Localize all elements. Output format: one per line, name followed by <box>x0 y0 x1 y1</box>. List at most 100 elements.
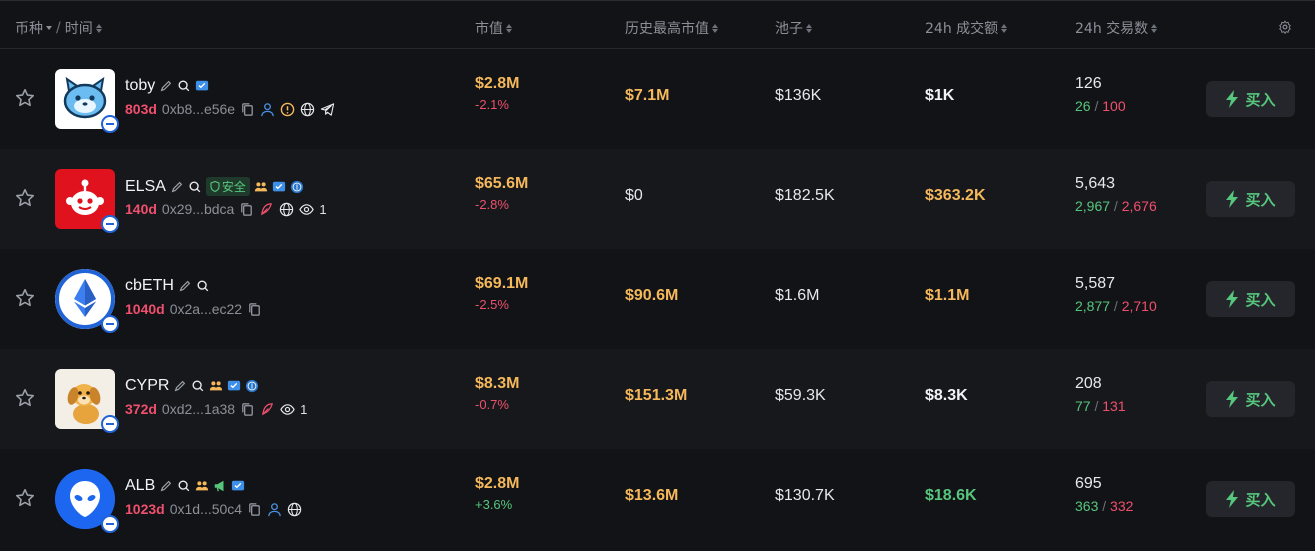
market-cap-change: -2.1% <box>475 97 509 112</box>
buy-button[interactable]: 买入 <box>1206 481 1295 517</box>
lightning-icon <box>1226 90 1239 108</box>
txns-separator: / <box>1110 198 1122 214</box>
twitter-verified-icon[interactable] <box>272 180 286 194</box>
sort-icon <box>806 23 812 33</box>
txns-total: 208 <box>1075 375 1102 392</box>
market-cap-change: -0.7% <box>475 397 509 412</box>
copy-icon[interactable] <box>247 302 262 317</box>
usdc-pair-icon[interactable] <box>245 379 259 393</box>
market-cap-value: $2.8M <box>475 75 520 92</box>
market-cap-value: $2.8M <box>475 475 520 492</box>
star-icon[interactable] <box>14 387 36 409</box>
table-row[interactable]: cbETH 1040d 0x2a...ec22 $69.1M -2.5% $90… <box>0 249 1315 349</box>
sort-icon <box>1001 23 1008 33</box>
sort-volume[interactable]: 24h 成交额 <box>925 18 1008 38</box>
volume-value: $1.1M <box>925 287 970 304</box>
copy-icon[interactable] <box>240 402 255 417</box>
buy-button[interactable]: 买入 <box>1206 381 1295 417</box>
edit-icon[interactable] <box>173 379 187 393</box>
market-cap-value: $69.1M <box>475 275 529 292</box>
star-icon[interactable] <box>14 87 36 109</box>
search-icon[interactable] <box>177 79 191 93</box>
warning-icon[interactable] <box>280 102 295 117</box>
header-time-label[interactable]: 时间 <box>65 18 93 38</box>
token-symbol[interactable]: cbETH <box>125 277 174 295</box>
globe-icon[interactable] <box>287 502 302 517</box>
holders-icon[interactable] <box>209 379 223 393</box>
token-address: 0xb8...e56e <box>161 101 236 117</box>
market-cap-value: $65.6M <box>475 175 529 192</box>
search-icon[interactable] <box>196 279 210 293</box>
twitter-verified-icon[interactable] <box>227 379 241 393</box>
token-age: 372d <box>125 401 157 417</box>
table-row[interactable]: CYPR 372d 0xd2...1a38 1 $8.3M -0.7% $151… <box>0 349 1315 449</box>
txns-separator: / <box>1090 398 1103 414</box>
holders-icon[interactable] <box>195 479 209 493</box>
table-row[interactable]: toby 803d 0xb8...e56e $2.8M -2.1% $7.1M … <box>0 49 1315 149</box>
gear-icon[interactable] <box>1278 20 1292 34</box>
copy-icon[interactable] <box>247 502 262 517</box>
sort-icon <box>95 23 102 33</box>
copy-icon[interactable] <box>239 202 254 217</box>
market-cap-cell: $2.8M +3.6% <box>475 475 519 512</box>
token-symbol[interactable]: ALB <box>125 477 155 495</box>
token-symbol[interactable]: CYPR <box>125 377 169 395</box>
watch-count: 1 <box>300 401 308 417</box>
search-icon[interactable] <box>191 379 205 393</box>
txns-total: 5,643 <box>1075 175 1116 192</box>
token-logo[interactable] <box>55 469 119 533</box>
ath-market-cap-value: $7.1M <box>625 87 670 104</box>
globe-icon[interactable] <box>300 102 315 117</box>
star-icon[interactable] <box>14 187 36 209</box>
search-icon[interactable] <box>177 479 191 493</box>
star-icon[interactable] <box>14 287 36 309</box>
token-symbol[interactable]: ELSA <box>125 178 166 196</box>
user-icon[interactable] <box>260 102 275 117</box>
twitter-verified-icon[interactable] <box>231 479 245 493</box>
search-icon[interactable] <box>188 180 202 194</box>
sort-coin[interactable]: 币种 / 时间 <box>15 18 102 38</box>
eye-icon <box>280 403 295 415</box>
copy-icon[interactable] <box>240 102 255 117</box>
holders-icon[interactable] <box>254 180 268 194</box>
table-row[interactable]: ALB 1023d 0x1d...50c4 $2.8M +3.6% $13.6M… <box>0 449 1315 549</box>
buy-button[interactable]: 买入 <box>1206 181 1295 217</box>
sort-pool[interactable]: 池子 <box>775 18 812 38</box>
table-row[interactable]: ELSA 安全 140d 0x29...bdca 1 $65.6M -2.8% … <box>0 149 1315 249</box>
txns-separator: / <box>1110 298 1122 314</box>
header-pool-label: 池子 <box>775 21 803 37</box>
globe-icon[interactable] <box>279 202 294 217</box>
user-icon[interactable] <box>267 502 282 517</box>
sort-icon <box>506 23 512 33</box>
sort-market-cap[interactable]: 市值 <box>475 18 512 38</box>
edit-icon[interactable] <box>159 79 173 93</box>
feather-icon[interactable] <box>260 402 275 417</box>
star-icon[interactable] <box>14 487 36 509</box>
twitter-verified-icon[interactable] <box>195 79 209 93</box>
megaphone-icon[interactable] <box>213 479 227 493</box>
buy-button[interactable]: 买入 <box>1206 81 1295 117</box>
token-logo[interactable] <box>55 169 119 233</box>
table-header: 币种 / 时间 市值 历史最高市值 池子 24h 成交额 24h 交易数 <box>0 0 1315 49</box>
telegram-icon[interactable] <box>320 102 335 117</box>
chain-badge-icon <box>101 215 119 233</box>
token-symbol[interactable]: toby <box>125 77 155 95</box>
edit-icon[interactable] <box>178 279 192 293</box>
token-address: 0x1d...50c4 <box>169 501 243 517</box>
token-logo[interactable] <box>55 269 119 333</box>
token-name-row: toby <box>125 77 209 95</box>
header-ath-label: 历史最高市值 <box>625 21 709 37</box>
feather-icon[interactable] <box>259 202 274 217</box>
token-logo[interactable] <box>55 69 119 133</box>
sort-ath-market-cap[interactable]: 历史最高市值 <box>625 18 718 38</box>
token-name-row: CYPR <box>125 377 259 395</box>
txns-cell: 5,643 2,967 / 2,676 <box>1075 175 1157 214</box>
txns-cell: 695 363 / 332 <box>1075 475 1133 514</box>
edit-icon[interactable] <box>170 180 184 194</box>
edit-icon[interactable] <box>159 479 173 493</box>
usdc-pair-icon[interactable] <box>290 180 304 194</box>
buy-button[interactable]: 买入 <box>1206 281 1295 317</box>
market-cap-cell: $65.6M -2.8% <box>475 175 528 212</box>
sort-txns[interactable]: 24h 交易数 <box>1075 18 1158 38</box>
token-logo[interactable] <box>55 369 119 433</box>
